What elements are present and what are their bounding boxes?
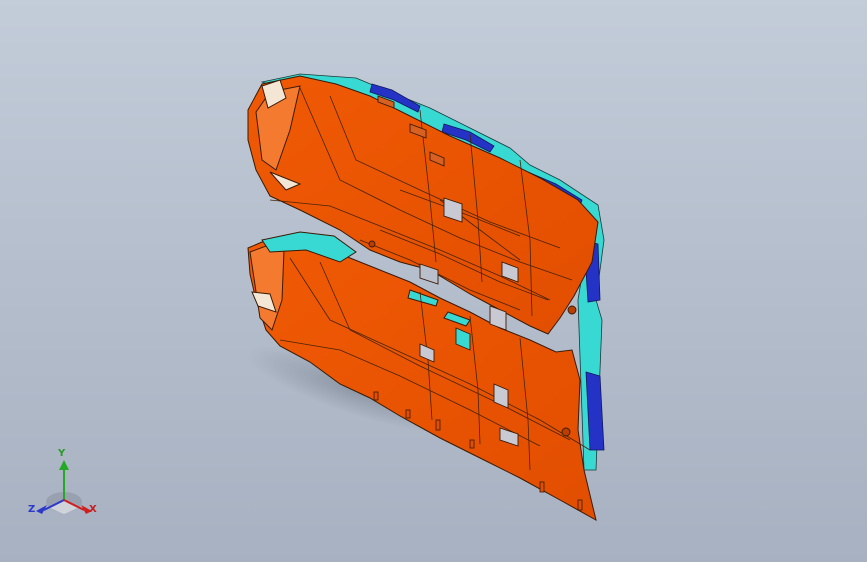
- coordinate-triad: Y X Z: [26, 448, 106, 524]
- floor-panel-model[interactable]: [0, 0, 867, 562]
- graphics-viewport[interactable]: Y X Z: [0, 0, 867, 562]
- axis-y-label: Y: [58, 448, 66, 459]
- axis-z-label: Z: [28, 504, 36, 515]
- axis-x-label: X: [89, 504, 97, 515]
